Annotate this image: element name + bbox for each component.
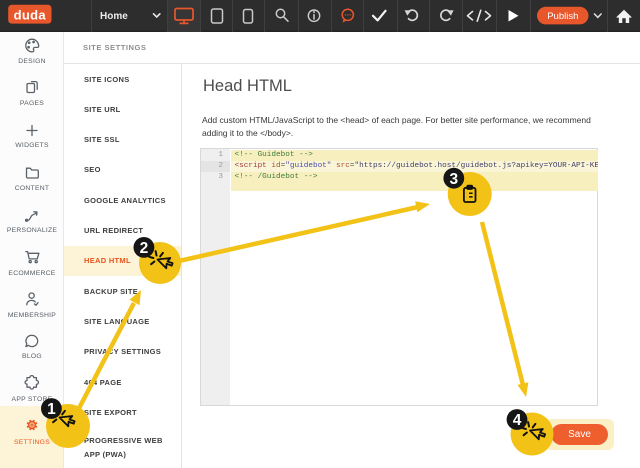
svg-text:3: 3: [449, 171, 458, 188]
svg-text:2: 2: [140, 240, 149, 257]
svg-text:4: 4: [513, 412, 522, 429]
svg-text:1: 1: [47, 401, 56, 418]
